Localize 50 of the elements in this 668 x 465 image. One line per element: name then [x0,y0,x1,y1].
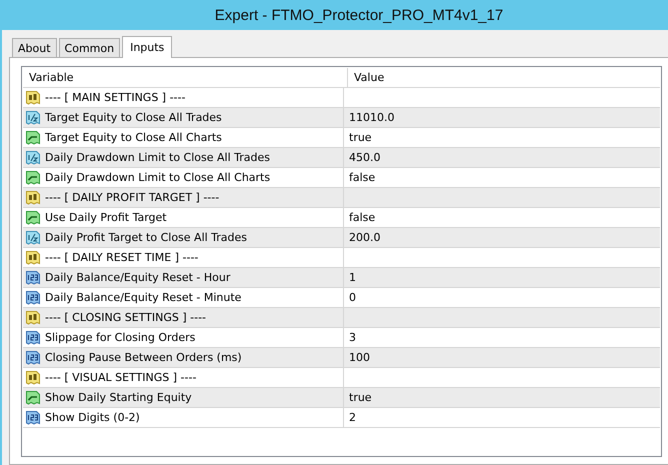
bool-type-icon [25,130,41,146]
variable-value[interactable]: false [349,171,376,184]
int-type-icon [25,290,41,306]
variable-name: ---- [ DAILY RESET TIME ] ---- [45,251,198,264]
variable-value[interactable]: 3 [349,331,356,344]
variable-value[interactable]: 1 [349,271,356,284]
variable-name: ---- [ DAILY PROFIT TARGET ] ---- [45,191,220,204]
bool-type-icon [25,170,41,186]
variable-name: Target Equity to Close All Trades [45,111,222,124]
int-type-icon [25,330,41,346]
window-title: Expert - FTMO_Protector_PRO_MT4v1_17 [214,6,504,24]
double-type-icon [25,110,41,126]
tab[interactable]: About [12,38,57,57]
variable-value[interactable]: true [349,391,372,404]
string-type-icon [25,310,41,326]
int-type-icon [25,410,41,426]
variable-value[interactable]: 450.0 [349,151,380,164]
variable-name: ---- [ MAIN SETTINGS ] ---- [45,91,186,104]
variable-name: Target Equity to Close All Charts [45,131,222,144]
variable-name: Daily Balance/Equity Reset - Hour [45,271,230,284]
variable-name: Daily Balance/Equity Reset - Minute [45,291,242,304]
variable-value[interactable]: true [349,131,372,144]
variable-name: ---- [ CLOSING SETTINGS ] ---- [45,311,206,324]
variable-value[interactable]: 100 [349,351,370,364]
variable-name: Show Digits (0-2) [45,411,140,424]
string-type-icon [25,250,41,266]
variable-value[interactable]: 2 [349,411,356,424]
tab[interactable]: Common [58,38,120,57]
variable-name: Closing Pause Between Orders (ms) [45,351,242,364]
double-type-icon [25,230,41,246]
variable-name: Daily Drawdown Limit to Close All Trades [45,151,270,164]
bool-type-icon [25,390,41,406]
variable-name: Slippage for Closing Orders [45,331,196,344]
variable-name: Show Daily Starting Equity [45,391,192,404]
string-type-icon [25,190,41,206]
tab[interactable]: Inputs [122,36,172,58]
variable-value[interactable]: false [349,211,376,224]
int-type-icon [25,350,41,366]
variable-name: Use Daily Profit Target [45,211,167,224]
variable-value[interactable]: 0 [349,291,356,304]
variable-name: ---- [ VISUAL SETTINGS ] ---- [45,371,196,384]
variable-value[interactable]: 200.0 [349,231,380,244]
string-type-icon [25,370,41,386]
variable-value[interactable]: 11010.0 [349,111,394,124]
int-type-icon [25,270,41,286]
double-type-icon [25,150,41,166]
bool-type-icon [25,210,41,226]
variable-name: Daily Drawdown Limit to Close All Charts [45,171,270,184]
string-type-icon [25,90,41,106]
variable-name: Daily Profit Target to Close All Trades [45,231,248,244]
